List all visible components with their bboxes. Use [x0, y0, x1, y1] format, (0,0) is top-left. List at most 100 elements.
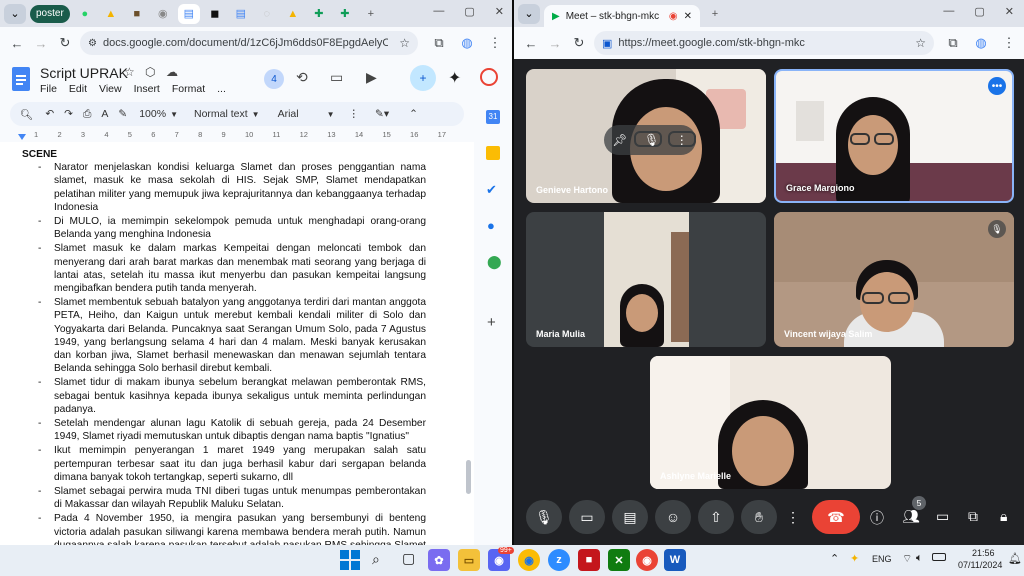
extensions-icon[interactable]: ⧉	[942, 32, 964, 54]
gemini-icon[interactable]: ✦	[448, 68, 461, 88]
menu-edit[interactable]: Edit	[69, 83, 87, 95]
star-icon[interactable]: ☆	[124, 65, 135, 79]
more-options-icon[interactable]: ⋮	[349, 108, 360, 120]
calendar-icon[interactable]: 31	[486, 110, 500, 124]
activities-icon[interactable]: ⧉	[968, 508, 978, 525]
reload-icon[interactable]: ↻	[568, 32, 590, 54]
roblox-icon[interactable]: ■	[578, 549, 600, 571]
tab-search-button[interactable]: ⌄	[518, 3, 540, 24]
docs-logo-icon[interactable]	[12, 67, 30, 91]
document-canvas[interactable]: SCENE Narator menjelaskan kondisi keluar…	[0, 142, 474, 545]
comments-icon[interactable]: ▭	[330, 69, 343, 86]
participant-tile[interactable]: 📌︎ 🎙︎ ⋮ Genieve Hartono	[526, 69, 766, 203]
browser-menu-icon[interactable]: ⋮	[998, 32, 1020, 54]
microphone-button[interactable]: 🎙︎	[526, 500, 562, 534]
style-dropdown-icon[interactable]: ▼	[252, 110, 260, 119]
ruler-indent-marker[interactable]	[18, 134, 26, 140]
minimize-icon[interactable]: —	[433, 5, 444, 18]
paint-format-icon[interactable]: ✎	[118, 108, 127, 120]
back-icon[interactable]: ←	[6, 32, 28, 54]
list-item[interactable]: Pada 4 November 1950, ia mengira pasukan…	[22, 512, 426, 545]
tab-search-button[interactable]: ⌄	[4, 3, 26, 24]
start-button[interactable]	[340, 550, 360, 570]
minimize-icon[interactable]: —	[943, 5, 954, 18]
tab-close-icon[interactable]: ✕	[684, 11, 692, 22]
notion-tab-icon[interactable]: ◼	[204, 4, 226, 24]
participant-tile[interactable]: Ashlyne Marielle	[650, 356, 891, 489]
language-indicator[interactable]: ENG	[872, 554, 892, 564]
list-item[interactable]: Slamet masuk ke dalam markas Kempeitai d…	[22, 242, 426, 295]
participant-tile[interactable]: ••• Grace Margiono	[774, 69, 1014, 203]
address-bar[interactable]: ▣ https://meet.google.com/stk-bhgn-mkc ☆	[594, 31, 934, 55]
menu-insert[interactable]: Insert	[134, 83, 160, 95]
host-controls-icon[interactable]: 🔒︎	[1000, 508, 1007, 525]
present-button[interactable]: ⇧	[698, 500, 734, 534]
zoom-select[interactable]: 100%	[139, 108, 166, 120]
maps-icon[interactable]: ⬤	[487, 254, 502, 270]
cloud-status-icon[interactable]: ☁	[166, 65, 178, 79]
docs-tab-active[interactable]: ▤	[177, 3, 200, 24]
doc-title[interactable]: Script UPRAK	[40, 65, 128, 81]
raise-hand-button[interactable]: ✋︎	[741, 500, 777, 534]
sheets-tab-icon-2[interactable]: ✚	[334, 4, 356, 24]
tab-poster[interactable]: poster	[30, 4, 70, 23]
camera-button[interactable]: ▭	[569, 500, 605, 534]
whatsapp-tab-icon[interactable]: ●	[74, 4, 96, 24]
notification-bell-icon[interactable]: 🔔︎	[1008, 552, 1022, 565]
copilot-icon[interactable]: ✿	[428, 549, 450, 571]
address-bar[interactable]: ⚙ docs.google.com/document/d/1zC6jJm6dds…	[80, 31, 418, 55]
volume-icon[interactable]: 🔈︎	[916, 552, 923, 565]
move-icon[interactable]: ⬡	[145, 65, 155, 79]
notification-app-icon[interactable]: ✦	[850, 552, 859, 565]
drive-tab-icon-2[interactable]: ▲	[282, 4, 304, 24]
meet-icon[interactable]: ▶	[366, 69, 377, 86]
tasks-icon[interactable]: ✔	[486, 182, 497, 198]
maximize-icon[interactable]: ▢	[974, 5, 984, 18]
show-hidden-icons[interactable]: ⌃	[830, 552, 839, 565]
menu-file[interactable]: File	[40, 83, 57, 95]
file-explorer-icon[interactable]: ▭	[458, 549, 480, 571]
forward-icon[interactable]: →	[544, 32, 566, 54]
undo-icon[interactable]: ↶	[45, 108, 54, 120]
more-options-icon[interactable]: ⋮	[676, 133, 688, 147]
mic-icon[interactable]: 🎙︎	[644, 133, 659, 147]
redo-icon[interactable]: ↷	[64, 108, 73, 120]
word-icon[interactable]: W	[664, 549, 686, 571]
xbox-icon[interactable]: ✕	[608, 549, 630, 571]
account-icon[interactable]	[480, 68, 498, 86]
image-tab-icon[interactable]: ■	[126, 4, 148, 24]
chat-icon[interactable]: ▭	[936, 508, 949, 525]
participant-tile[interactable]: Maria Mulia	[526, 212, 766, 347]
battery-icon[interactable]	[932, 553, 946, 561]
zoom-icon[interactable]: z	[548, 549, 570, 571]
close-icon[interactable]: ✕	[1005, 5, 1014, 18]
chrome-icon-2[interactable]: ◉	[636, 549, 658, 571]
captions-button[interactable]: ▤	[612, 500, 648, 534]
zoom-dropdown-icon[interactable]: ▼	[170, 110, 178, 119]
camera-permission-icon[interactable]: ▣	[602, 37, 612, 50]
extensions-icon[interactable]: ⧉	[428, 32, 450, 54]
font-dropdown-icon[interactable]: ▼	[327, 110, 335, 119]
font-select[interactable]: Arial	[278, 108, 299, 120]
style-select[interactable]: Normal text	[194, 108, 248, 120]
bookmark-star-icon[interactable]: ☆	[399, 36, 410, 50]
history-icon[interactable]: ⟲	[296, 69, 308, 86]
more-options-icon[interactable]: •••	[988, 77, 1006, 95]
keep-icon[interactable]	[486, 146, 500, 160]
document-body[interactable]: SCENE Narator menjelaskan kondisi keluar…	[22, 148, 426, 545]
drive-tab-icon[interactable]: ▲	[100, 4, 122, 24]
reload-icon[interactable]: ↻	[54, 32, 76, 54]
list-item[interactable]: Setelah mendengar alunan lagu Katolik di…	[22, 417, 426, 443]
menu-view[interactable]: View	[99, 83, 122, 95]
forward-icon[interactable]: →	[30, 32, 52, 54]
back-icon[interactable]: ←	[520, 32, 542, 54]
wifi-icon[interactable]: ⌔	[902, 552, 912, 566]
meeting-details-icon[interactable]: ⓘ	[870, 508, 884, 528]
task-view-icon[interactable]: ▢	[402, 550, 415, 567]
contacts-icon[interactable]: ●	[487, 218, 495, 233]
collapse-toolbar-icon[interactable]: ⌃	[409, 108, 418, 120]
people-button[interactable]: 👥︎	[902, 508, 920, 525]
list-item[interactable]: Slamet sebagai perwira muda TNI diberi t…	[22, 485, 426, 511]
end-call-button[interactable]: ☎	[812, 500, 860, 534]
list-item[interactable]: Slamet tidur di makam ibunya sebelum ber…	[22, 376, 426, 416]
